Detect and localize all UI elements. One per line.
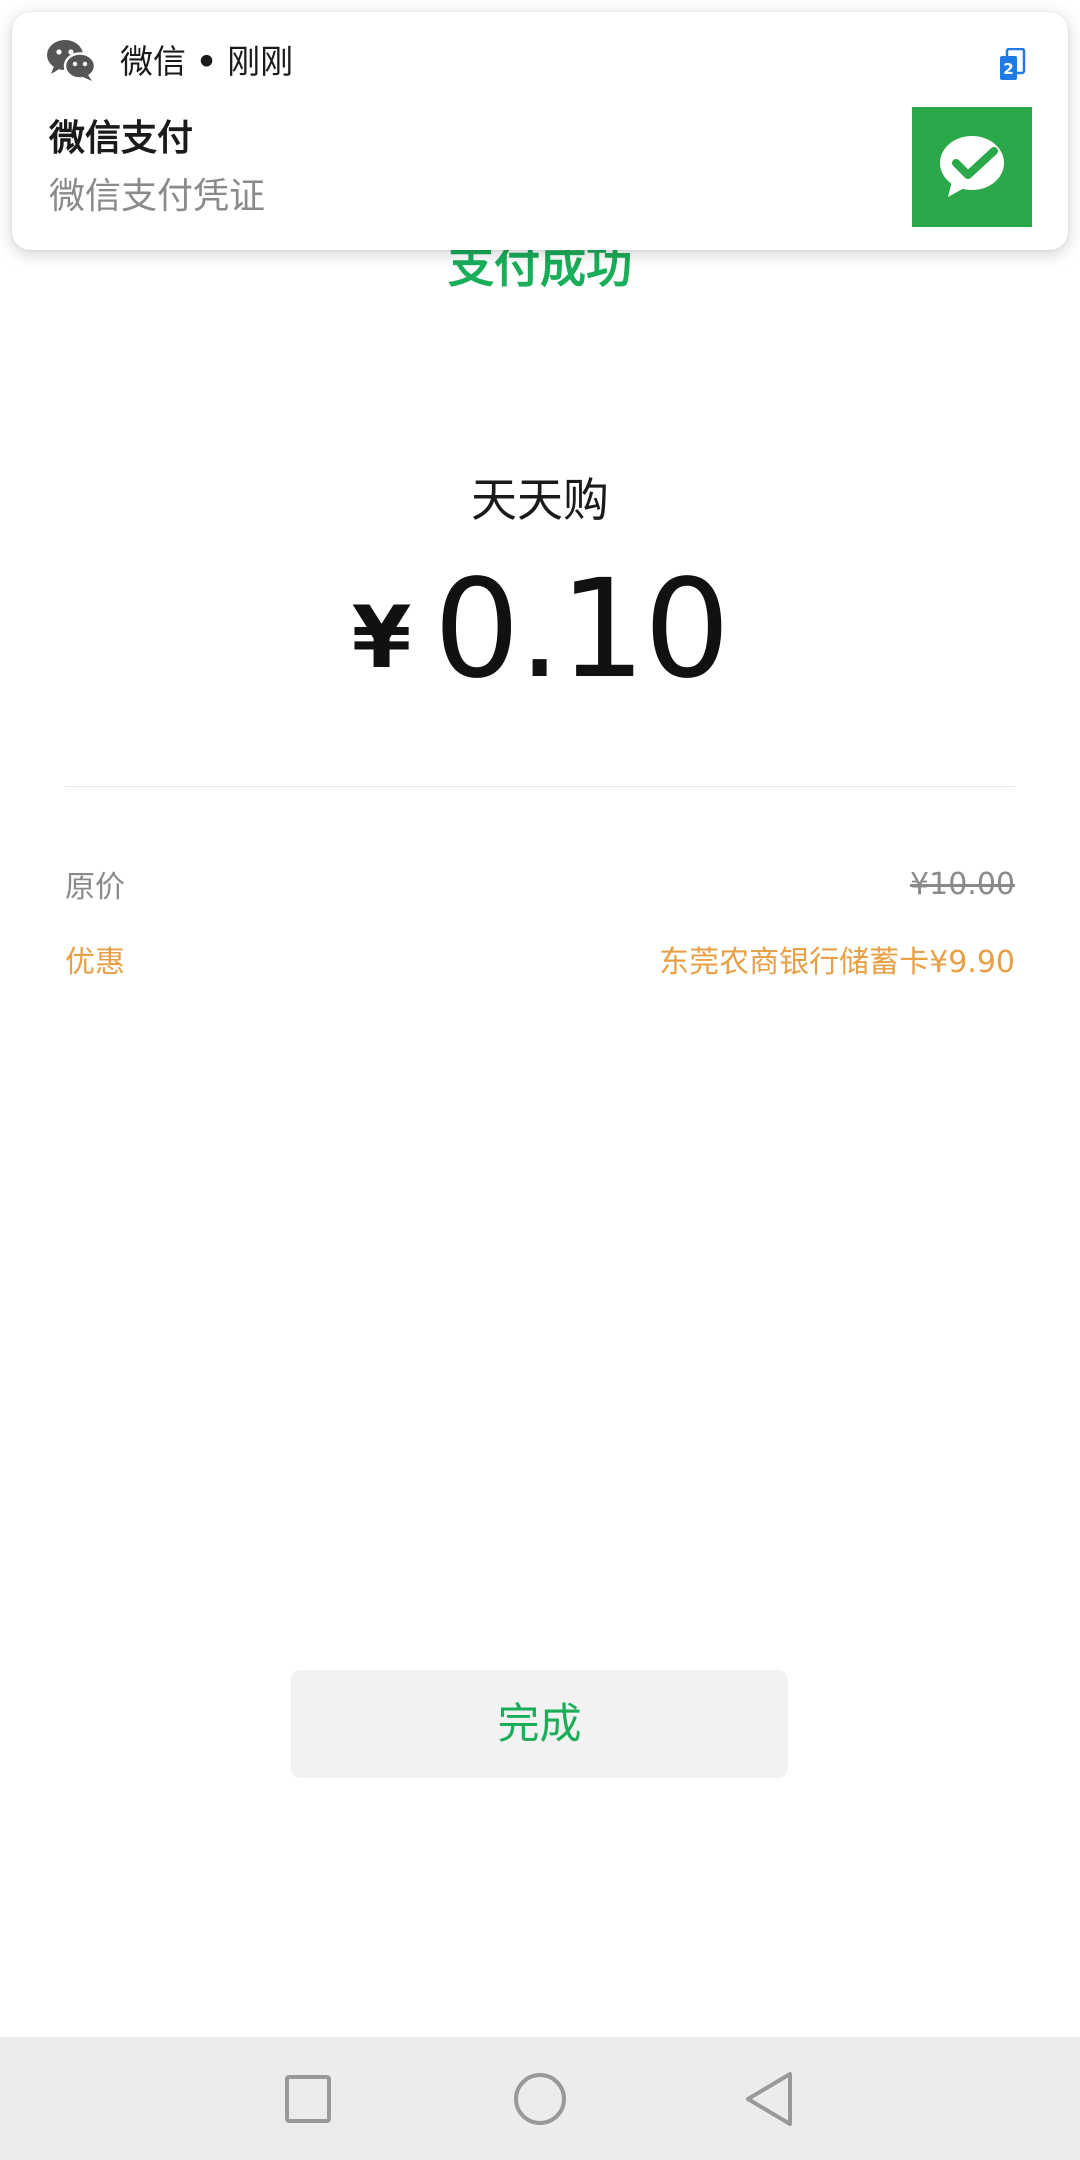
square-recent-apps-icon[interactable]	[267, 2057, 351, 2141]
notification-time: 刚刚	[227, 42, 294, 81]
circle-home-icon[interactable]	[498, 2057, 582, 2141]
amount-value: 0.10	[433, 551, 731, 709]
notification-separator: •	[196, 42, 218, 81]
original-price-label: 原价	[65, 870, 125, 905]
notification-thumbnail	[912, 107, 1032, 227]
discount-label: 优惠	[65, 945, 125, 980]
notification-app-name: 微信	[120, 42, 186, 81]
navigation-bar	[0, 2037, 1080, 2160]
notification-header: 微信 • 刚刚	[120, 40, 293, 84]
stacked-notifications-icon: 2	[1000, 48, 1026, 80]
notification-card[interactable]: 微信 • 刚刚 2 微信支付 微信支付凭证	[12, 12, 1068, 250]
done-button[interactable]: 完成	[291, 1670, 788, 1778]
merchant-name: 天天购	[471, 473, 609, 527]
original-price-row: 原价 ¥10.00	[65, 854, 1015, 914]
notification-title: 微信支付	[49, 118, 194, 159]
discount-row: 优惠 东莞农商银行储蓄卡¥9.90	[65, 929, 1015, 989]
discount-value: 东莞农商银行储蓄卡¥9.90	[659, 945, 1015, 980]
triangle-back-icon[interactable]	[728, 2057, 812, 2141]
payment-success-screen: 支付成功 天天购 ¥0.10 原价 ¥10.00 优惠 东莞农商银行储蓄卡¥9.…	[0, 0, 1080, 2160]
wechat-icon	[47, 40, 96, 81]
currency-symbol: ¥	[351, 588, 412, 688]
wechat-pay-check-icon	[940, 136, 1004, 197]
original-price-value: ¥10.00	[910, 866, 1015, 902]
notification-text: 微信支付凭证	[49, 176, 266, 217]
notification-badge-count: 2	[1003, 60, 1013, 78]
payment-amount: ¥0.10	[0, 555, 1080, 746]
divider	[65, 786, 1015, 787]
